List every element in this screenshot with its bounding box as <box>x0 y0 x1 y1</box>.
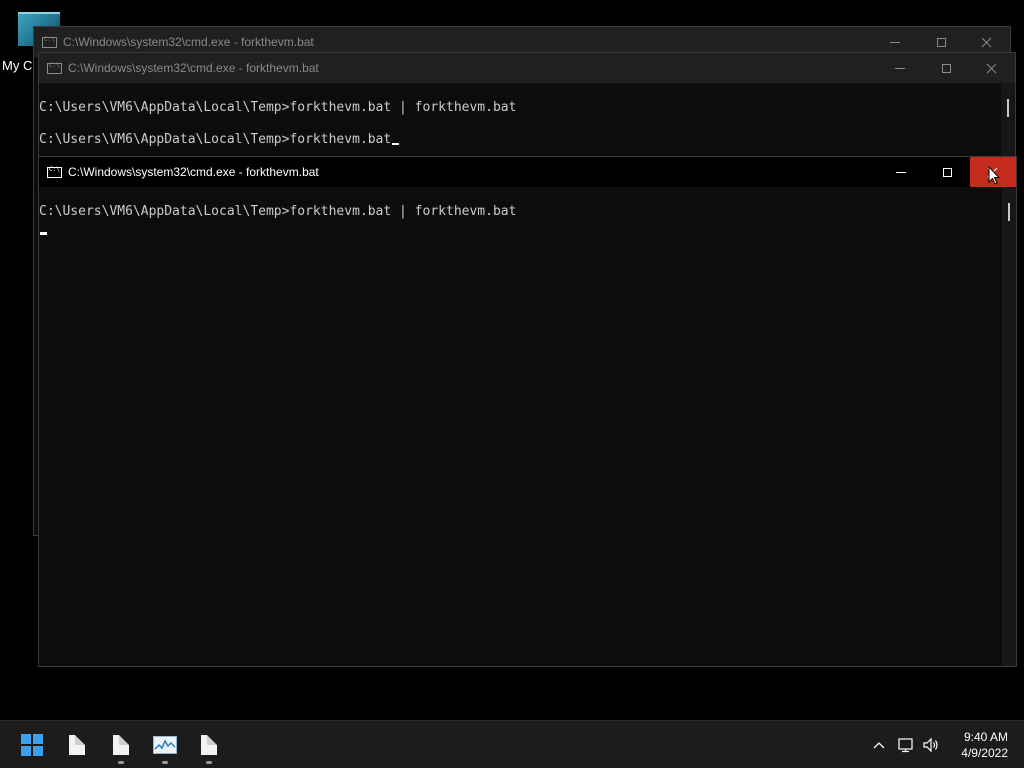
minimize-button[interactable] <box>877 53 923 83</box>
start-button[interactable] <box>12 721 52 768</box>
titlebar[interactable]: C:\Windows\system32\cmd.exe - forkthevm.… <box>39 53 1015 83</box>
chevron-up-icon[interactable] <box>868 721 890 768</box>
document-icon <box>113 734 129 755</box>
scroll-thumb[interactable] <box>1007 99 1009 117</box>
taskbar-app-1[interactable] <box>57 721 97 768</box>
taskbar: 9:40 AM 4/9/2022 <box>0 720 1024 768</box>
maximize-button[interactable] <box>924 157 970 187</box>
volume-icon[interactable] <box>920 721 942 768</box>
taskbar-app-3[interactable] <box>145 721 185 768</box>
console-app-icon <box>47 166 62 178</box>
clock-time: 9:40 AM <box>963 730 1008 744</box>
taskbar-app-2[interactable] <box>101 721 141 768</box>
vertical-scrollbar[interactable] <box>1001 83 1015 161</box>
windows-start-icon <box>21 733 43 756</box>
minimize-button[interactable] <box>878 157 924 187</box>
window-title: C:\Windows\system32\cmd.exe - forkthevm.… <box>68 61 319 75</box>
console-output[interactable]: C:\Users\VM6\AppData\Local\Temp>forkthev… <box>39 187 1002 666</box>
console-line: C:\Users\VM6\AppData\Local\Temp>forkthev… <box>39 132 400 148</box>
window-title: C:\Windows\system32\cmd.exe - forkthevm.… <box>68 165 319 179</box>
console-app-icon <box>42 36 57 48</box>
vertical-scrollbar[interactable] <box>1002 187 1016 666</box>
console-line: C:\Users\VM6\AppData\Local\Temp>forkthev… <box>39 204 517 219</box>
titlebar[interactable]: C:\Windows\system32\cmd.exe - forkthevm.… <box>39 157 1016 187</box>
window-title: C:\Windows\system32\cmd.exe - forkthevm.… <box>63 35 314 49</box>
console-line-text: C:\Users\VM6\AppData\Local\Temp>forkthev… <box>39 132 392 147</box>
document-icon <box>201 734 217 755</box>
cmd-window-active[interactable]: C:\Windows\system32\cmd.exe - forkthevm.… <box>38 156 1017 667</box>
network-icon[interactable] <box>896 721 918 768</box>
clock-date: 4/9/2022 <box>961 746 1008 760</box>
desktop: My C C:\Windows\system32\cmd.exe - forkt… <box>0 0 1024 720</box>
desktop-icon-label[interactable]: My C <box>2 58 32 73</box>
scroll-thumb[interactable] <box>1008 203 1010 221</box>
document-icon <box>69 734 85 755</box>
console-line: C:\Users\VM6\AppData\Local\Temp>forkthev… <box>39 100 517 115</box>
running-indicator <box>118 761 124 764</box>
console-output[interactable]: C:\Users\VM6\AppData\Local\Temp>forkthev… <box>39 83 1001 161</box>
cmd-window-middle[interactable]: C:\Windows\system32\cmd.exe - forkthevm.… <box>38 52 1016 162</box>
maximize-button[interactable] <box>923 53 969 83</box>
text-caret <box>392 143 400 145</box>
taskbar-app-4[interactable] <box>189 721 229 768</box>
running-indicator <box>206 761 212 764</box>
performance-monitor-icon <box>153 735 177 754</box>
close-button[interactable] <box>969 53 1015 83</box>
text-caret <box>40 232 47 235</box>
running-indicator <box>162 761 168 764</box>
system-clock[interactable]: 9:40 AM 4/9/2022 <box>961 729 1008 761</box>
console-app-icon <box>47 62 62 74</box>
